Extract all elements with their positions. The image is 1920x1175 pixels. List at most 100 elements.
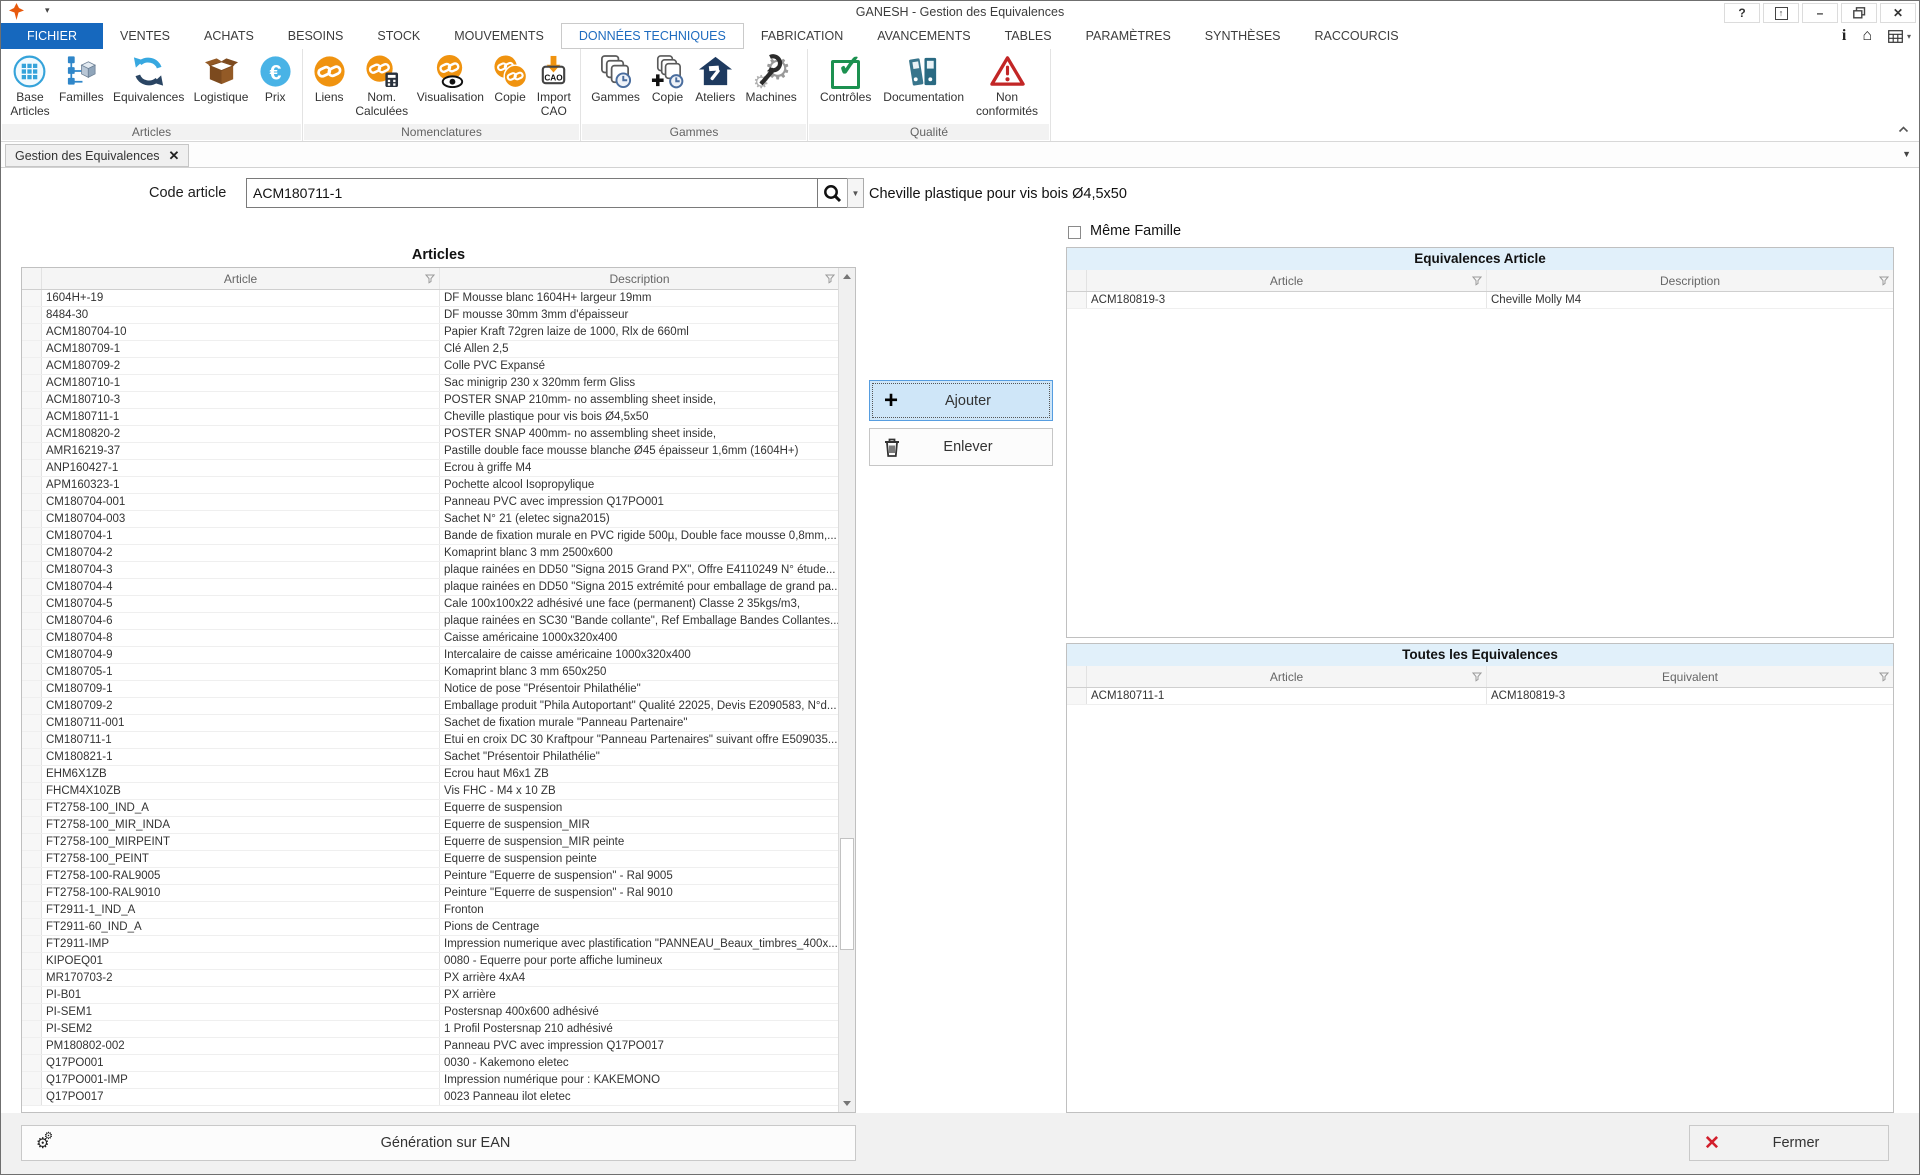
tab-syntheses[interactable]: SYNTHÈSES <box>1188 23 1298 49</box>
same-family-checkbox[interactable] <box>1068 226 1081 239</box>
row-selector[interactable] <box>22 902 42 918</box>
table-row[interactable]: CM180704-4 plaque rainées en DD50 "Signa… <box>22 579 855 596</box>
pin-button[interactable]: ↑ <box>1763 3 1799 23</box>
table-row[interactable]: ACM180711-1 Cheville plastique pour vis … <box>22 409 855 426</box>
doc-tab-gestion-equivalences[interactable]: Gestion des Equivalences ✕ <box>5 144 189 167</box>
row-selector[interactable] <box>22 885 42 901</box>
table-row[interactable]: APM160323-1 Pochette alcool Isopropyliqu… <box>22 477 855 494</box>
table-row[interactable]: ACM180709-2 Colle PVC Expansé <box>22 358 855 375</box>
row-selector[interactable] <box>22 528 42 544</box>
table-row[interactable]: MR170703-2 PX arrière 4xA4 <box>22 970 855 987</box>
ribbon-item-import-cao[interactable]: CAO Import CAO <box>534 51 573 120</box>
row-selector[interactable] <box>22 392 42 408</box>
table-row[interactable]: 8484-30 DF mousse 30mm 3mm d'épaisseur <box>22 307 855 324</box>
table-row[interactable]: FT2758-100_MIRPEINT Equerre de suspensio… <box>22 834 855 851</box>
row-selector[interactable] <box>22 987 42 1003</box>
ribbon-item-equivalences[interactable]: Equivalences <box>111 51 186 106</box>
table-row[interactable]: Q17PO001-IMP Impression numérique pour :… <box>22 1072 855 1089</box>
add-button[interactable]: + Ajouter <box>869 380 1053 421</box>
row-selector[interactable] <box>22 1055 42 1071</box>
row-selector[interactable] <box>22 511 42 527</box>
table-row[interactable]: FT2911-IMP Impression numerique avec pla… <box>22 936 855 953</box>
table-row[interactable]: FT2758-100-RAL9010 Peinture "Equerre de … <box>22 885 855 902</box>
row-selector[interactable] <box>22 919 42 935</box>
row-selector[interactable] <box>22 494 42 510</box>
remove-button[interactable]: Enlever <box>869 428 1053 466</box>
ribbon-item-non-conformites[interactable]: Non conformités <box>974 51 1040 120</box>
table-row[interactable]: FT2758-100-RAL9005 Peinture "Equerre de … <box>22 868 855 885</box>
doc-tab-close-icon[interactable]: ✕ <box>169 148 180 164</box>
tab-list-dropdown-icon[interactable]: ▼ <box>1902 149 1911 159</box>
search-button[interactable] <box>817 178 848 208</box>
tab-donnees-techniques[interactable]: DONNÉES TECHNIQUES <box>561 23 744 49</box>
ribbon-item-nom-calculees[interactable]: Nom. Calculées <box>353 51 410 120</box>
table-row[interactable]: CM180821-1 Sachet "Présentoir Philathéli… <box>22 749 855 766</box>
tab-fabrication[interactable]: FABRICATION <box>744 23 860 49</box>
ribbon-item-liens[interactable]: Liens <box>310 51 349 106</box>
row-selector[interactable] <box>22 409 42 425</box>
row-selector[interactable] <box>22 375 42 391</box>
ribbon-item-logistique[interactable]: Logistique <box>192 51 251 106</box>
table-row[interactable]: CM180704-001 Panneau PVC avec impression… <box>22 494 855 511</box>
row-selector[interactable] <box>22 868 42 884</box>
generate-ean-button[interactable]: ⚙⚙ Génération sur EAN <box>21 1125 856 1161</box>
row-selector[interactable] <box>22 358 42 374</box>
row-selector[interactable] <box>22 545 42 561</box>
row-selector[interactable] <box>22 800 42 816</box>
row-selector[interactable] <box>22 290 42 306</box>
table-row[interactable]: PI-B01 PX arrière <box>22 987 855 1004</box>
row-selector[interactable] <box>22 715 42 731</box>
row-selector[interactable] <box>22 579 42 595</box>
close-button[interactable]: ✕ <box>1880 3 1916 23</box>
table-row[interactable]: Q17PO017 0023 Panneau ilot eletec <box>22 1089 855 1106</box>
table-row[interactable]: 1604H+-19 DF Mousse blanc 1604H+ largeur… <box>22 290 855 307</box>
row-selector[interactable] <box>22 443 42 459</box>
scrollbar-thumb[interactable] <box>840 838 854 950</box>
row-selector[interactable] <box>22 1004 42 1020</box>
scroll-up-button[interactable] <box>839 268 855 285</box>
row-selector[interactable] <box>1067 292 1087 308</box>
table-row[interactable]: PI-SEM1 Postersnap 400x600 adhésivé <box>22 1004 855 1021</box>
ribbon-item-visualisation[interactable]: Visualisation <box>415 51 486 106</box>
table-row[interactable]: FHCM4X10ZB Vis FHC - M4 x 10 ZB <box>22 783 855 800</box>
table-row[interactable]: CM180704-8 Caisse américaine 1000x320x40… <box>22 630 855 647</box>
column-header-description[interactable]: Description <box>1486 270 1893 291</box>
row-selector[interactable] <box>22 749 42 765</box>
ribbon-item-base-articles[interactable]: Base Articles <box>8 51 51 120</box>
table-row[interactable]: ACM180710-1 Sac minigrip 230 x 320mm fer… <box>22 375 855 392</box>
tab-ventes[interactable]: VENTES <box>103 23 187 49</box>
row-selector[interactable] <box>22 1072 42 1088</box>
table-row[interactable]: CM180704-003 Sachet N° 21 (eletec signa2… <box>22 511 855 528</box>
tab-raccourcis[interactable]: RACCOURCIS <box>1298 23 1416 49</box>
table-row[interactable]: FT2758-100_PEINT Equerre de suspension p… <box>22 851 855 868</box>
row-selector[interactable] <box>22 341 42 357</box>
row-selector[interactable] <box>22 1021 42 1037</box>
row-selector[interactable] <box>22 783 42 799</box>
row-selector[interactable] <box>22 953 42 969</box>
row-selector[interactable] <box>22 596 42 612</box>
table-row[interactable]: CM180711-001 Sachet de fixation murale "… <box>22 715 855 732</box>
table-row[interactable]: CM180704-5 Cale 100x100x22 adhésivé une … <box>22 596 855 613</box>
tab-avancements[interactable]: AVANCEMENTS <box>860 23 987 49</box>
tab-fichier[interactable]: FICHIER <box>1 23 103 49</box>
scroll-down-button[interactable] <box>839 1095 855 1112</box>
table-row[interactable]: ACM180709-1 Clé Allen 2,5 <box>22 341 855 358</box>
table-row[interactable]: ACM180820-2 POSTER SNAP 400mm- no assemb… <box>22 426 855 443</box>
row-selector[interactable] <box>22 460 42 476</box>
row-selector[interactable] <box>1067 688 1087 704</box>
row-selector[interactable] <box>22 817 42 833</box>
table-row[interactable]: CM180711-1 Etui en croix DC 30 Kraftpour… <box>22 732 855 749</box>
table-row[interactable]: EHM6X1ZB Ecrou haut M6x1 ZB <box>22 766 855 783</box>
table-row[interactable]: CM180704-9 Intercalaire de caisse améric… <box>22 647 855 664</box>
table-row[interactable]: FT2758-100_MIR_INDA Equerre de suspensio… <box>22 817 855 834</box>
row-selector[interactable] <box>22 307 42 323</box>
close-form-button[interactable]: ✕ Fermer <box>1689 1125 1889 1161</box>
ribbon-item-copie-liens[interactable]: Copie <box>491 51 530 106</box>
table-row[interactable]: Q17PO001 0030 - Kakemono eletec <box>22 1055 855 1072</box>
row-selector[interactable] <box>22 647 42 663</box>
row-selector[interactable] <box>22 970 42 986</box>
row-selector[interactable] <box>22 630 42 646</box>
table-row[interactable]: CM180704-6 plaque rainées en SC30 "Bande… <box>22 613 855 630</box>
table-row[interactable]: CM180704-1 Bande de fixation murale en P… <box>22 528 855 545</box>
row-selector[interactable] <box>22 324 42 340</box>
